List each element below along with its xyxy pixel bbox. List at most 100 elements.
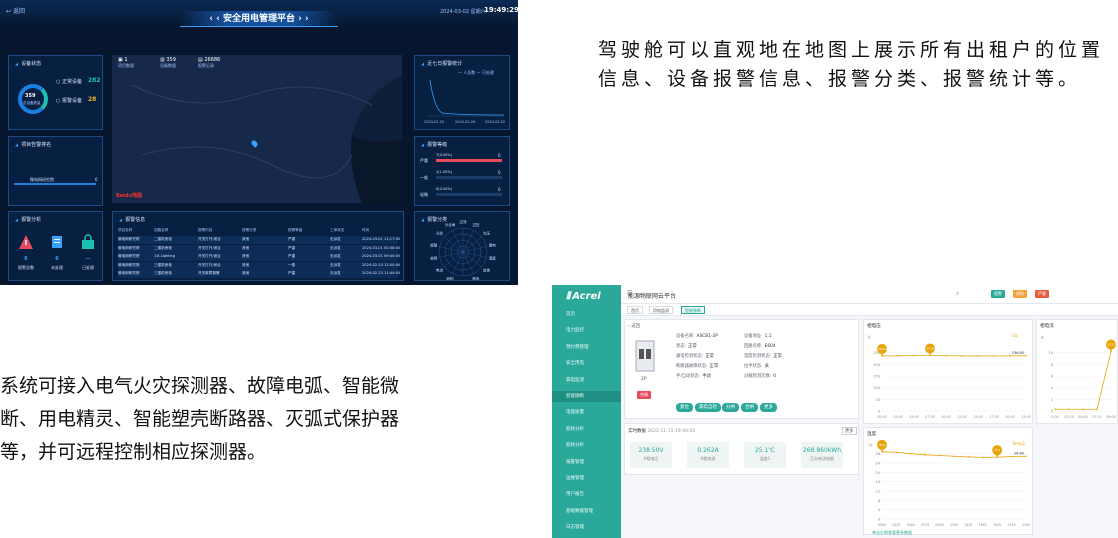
marker-label: 237.84 xyxy=(925,347,935,351)
table-cell: 严重 xyxy=(288,254,296,258)
header-badge[interactable]: 消防 xyxy=(1013,290,1027,298)
table-cell: 无派发 xyxy=(330,271,341,275)
realtime-metric: 25.1℃ 温度1 xyxy=(744,442,786,468)
sidebar-item[interactable]: 日志管理 xyxy=(552,522,621,533)
x-tick-label: 20:00 xyxy=(1005,415,1014,419)
table-cell: 开关打开/闭合 xyxy=(198,245,221,250)
data-point xyxy=(895,451,898,454)
sidebar: Acrel 首页电力监控预付费管理安全用电漏电监测智能微断电能质量能耗分析能耗分… xyxy=(552,285,621,538)
table-header: 项目名称 回路名称 报警内容 报警分类 报警等级 工单状态 时间 xyxy=(118,227,398,235)
table-row[interactable]: 微电网研究院 二楼机房柜 开关打开/闭合 其他 严重 无派发 2024-03-01 11:1… xyxy=(118,236,400,244)
label: 报警记录 xyxy=(198,63,214,68)
x-tick-label: 00:00 xyxy=(877,415,886,419)
bottom-note: 单击右侧查看更多数据 xyxy=(872,530,912,535)
back-link[interactable]: ‹ 返回 xyxy=(628,323,640,329)
back-button[interactable]: ↩ 返回 xyxy=(6,6,25,15)
lock-icon xyxy=(82,234,94,249)
x-tick-label: 04:00 xyxy=(1078,415,1087,419)
y-tick-label: 24 xyxy=(875,462,880,466)
table-row[interactable]: 微电网研究院 二楼机房柜 开关打开/闭合 其他 严重 无派发 2024-03-01 00:3… xyxy=(118,244,400,253)
sidebar-item[interactable]: 用户报告 xyxy=(552,489,621,500)
data-point xyxy=(897,355,899,357)
sidebar-item[interactable]: 智能微断 xyxy=(552,391,621,402)
tab-power-monitor[interactable]: 用电监测 xyxy=(649,306,673,314)
x-tick-label: 03:25 xyxy=(1064,415,1073,419)
table-cell: 三楼机房柜 xyxy=(154,262,172,267)
control-button[interactable]: 漏电自检 xyxy=(695,403,721,412)
sidebar-item[interactable]: 电力监控 xyxy=(552,325,621,336)
realtime-title: 实时数据 2022-11-15 19:40:00 xyxy=(628,428,695,434)
warning-icon xyxy=(19,235,33,249)
x-tick-label: 17:30 xyxy=(989,415,998,419)
more-button[interactable]: 更多 xyxy=(842,427,857,435)
device-total: 359 xyxy=(25,93,36,99)
sidebar-item[interactable]: 首页 xyxy=(552,309,621,320)
x-tick-label: 0400 xyxy=(907,523,915,527)
sidebar-item[interactable]: 能耗分析 xyxy=(552,440,621,451)
iot-platform: Acrel 首页电力监控预付费管理安全用电漏电监测智能微断电能质量能耗分析能耗分… xyxy=(552,285,1118,538)
x-tick-label: 09:00 xyxy=(1106,415,1115,419)
sidebar-item-label: 能耗分析 xyxy=(566,443,584,449)
table-header-cell: 报警内容 xyxy=(198,228,213,232)
y-tick-label: 4 xyxy=(1051,386,1054,390)
marker-label: 26.1 xyxy=(994,448,1000,452)
header-badge[interactable]: 严重 xyxy=(1035,290,1049,298)
label: 设备数量 xyxy=(160,63,176,68)
data-point xyxy=(953,455,955,458)
header-badge[interactable]: 报警 xyxy=(991,290,1005,298)
tab-bar: 首页 用电监测 智能微断 xyxy=(621,304,1118,316)
dashboard-title-text: 安全用电管理平台 xyxy=(222,14,295,24)
panel-title: 报警等级 xyxy=(421,141,447,148)
tab-home[interactable]: 首页 xyxy=(627,306,643,314)
realtime-date: 2022-11-15 19:40:00 xyxy=(647,429,696,434)
sidebar-item[interactable]: 漏电监测 xyxy=(552,375,621,386)
table-cell: 开关打开/闭合 xyxy=(198,254,221,258)
control-button[interactable]: 分闸 xyxy=(722,403,739,412)
legend-item: 已处理 xyxy=(481,70,494,75)
x-tick-label: 03:00 xyxy=(909,415,918,419)
radar-label: 欠压 xyxy=(483,230,490,235)
sidebar-item[interactable]: 运维管理 xyxy=(552,473,621,484)
device-field: 设备地址: 1,1 xyxy=(744,333,771,339)
axis-unit: V xyxy=(868,335,871,340)
sidebar-item[interactable]: 安全用电 xyxy=(552,358,621,369)
sidebar-item[interactable]: 基础数据管理 xyxy=(552,506,621,517)
data-point xyxy=(977,355,979,357)
table-row[interactable]: 微电网研究院 三楼机房柜 开关故障报警 其他 严重 无派发 2024-02-23 11:44… xyxy=(118,270,400,278)
y-tick-label: 200 xyxy=(873,363,881,367)
marker-label: 10.22 xyxy=(1107,343,1115,347)
tab-smart-breaker[interactable]: 智能微断 xyxy=(681,306,705,314)
table-cell: 开关打开/闭合 xyxy=(198,237,221,241)
y-tick-label: 2 xyxy=(1051,398,1053,402)
table-row[interactable]: 微电网研究院 1#-Lighting 开关打开/闭合 其他 严重 无派发 2024-03-0… xyxy=(118,253,400,261)
table-cell: 其他 xyxy=(242,262,250,267)
x-tick-label: 07:15 xyxy=(1092,415,1101,419)
sidebar-item[interactable]: 能耗分析 xyxy=(552,424,621,435)
data-point xyxy=(938,454,941,457)
map-view[interactable] xyxy=(112,55,402,203)
sidebar-item-label: 能耗分析 xyxy=(566,426,584,432)
search-icon[interactable]: ⌕ xyxy=(956,290,959,298)
sidebar-item[interactable]: 报警管理 xyxy=(552,457,621,468)
control-button[interactable]: 复位 xyxy=(676,403,693,412)
device-field-label: 设备名称: xyxy=(676,334,695,339)
sidebar-item[interactable]: 预付费管理 xyxy=(552,342,621,353)
realtime-metric: 268.860kWh 正向有功电能 xyxy=(801,442,843,468)
series-line xyxy=(1055,351,1112,410)
cockpit-description: 驾驶舱可以直观地在地图上展示所有出租户的位置信息、设备报警信息、报警分类、报警统… xyxy=(598,39,1105,90)
table-cell: 二楼机房柜 xyxy=(154,245,172,250)
label: 正常设备 xyxy=(61,79,82,85)
panel-title: 项目告警排名 xyxy=(15,141,51,148)
x-tick-label: 12:30 xyxy=(957,415,966,419)
level-value: 0(0.00%) xyxy=(436,187,453,191)
table-row[interactable]: 微电网研究院 三楼机房柜 开关打开/闭合 其他 一般 无派发 2024-02-23 12:0… xyxy=(118,261,400,270)
control-button[interactable]: 更多 xyxy=(760,403,777,412)
seven-day-x-label: 2024.02.25 xyxy=(424,120,445,124)
table-cell: 严重 xyxy=(288,271,296,275)
alarm-devices-count: 28 xyxy=(88,96,97,103)
sidebar-item[interactable]: 电能质量 xyxy=(552,407,621,418)
sidebar-item-label: 基础数据管理 xyxy=(566,508,593,514)
table-cell: 其他 xyxy=(242,254,250,258)
date-text: 2024-03-02 xyxy=(440,9,470,15)
control-button[interactable]: 合闸 xyxy=(741,403,758,412)
